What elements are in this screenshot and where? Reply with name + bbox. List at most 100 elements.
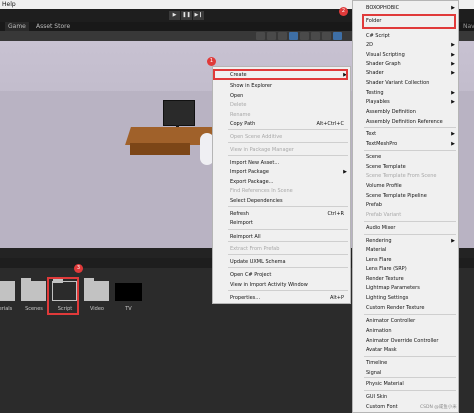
folder-icon xyxy=(0,281,15,301)
submenu-item-label: 2D xyxy=(366,42,374,48)
chevron-right-icon: ▶ xyxy=(451,141,455,147)
menu-separator xyxy=(228,206,348,207)
menu-separator xyxy=(228,155,348,156)
context-menu-item-export-package[interactable]: Export Package... xyxy=(213,178,350,187)
context-menu-item-open-scene-additive: Open Scene Additive xyxy=(213,133,350,142)
create-submenu-item-rendering[interactable]: Rendering ▶ xyxy=(353,237,458,246)
create-submenu-item-assembly-definition[interactable]: Assembly Definition xyxy=(353,108,458,117)
lighting-icon[interactable] xyxy=(300,32,309,40)
create-submenu-item-text[interactable]: Text ▶ xyxy=(353,130,458,139)
menu-item-label: Extract From Prefab xyxy=(230,246,280,252)
create-submenu-item-assembly-definition-reference[interactable]: Assembly Definition Reference xyxy=(353,118,458,127)
effects-icon[interactable] xyxy=(322,32,331,40)
camera-icon[interactable] xyxy=(333,32,342,40)
submenu-item-label: Visual Scripting xyxy=(366,52,405,58)
create-submenu-item-render-texture[interactable]: Render Texture xyxy=(353,275,458,284)
context-menu-item-view-in-import-activity-window[interactable]: View in Import Activity Window xyxy=(213,281,350,290)
create-submenu-item-volume-profile[interactable]: Volume Profile xyxy=(353,182,458,191)
tv-asset-thumbnail[interactable] xyxy=(115,283,142,301)
pause-button[interactable]: ❚❚ xyxy=(181,11,192,20)
context-menu-item-select-dependencies[interactable]: Select Dependencies xyxy=(213,197,350,206)
chevron-right-icon: ▶ xyxy=(451,131,455,137)
view-mode-icon[interactable] xyxy=(256,32,265,40)
submenu-item-label: Animator Override Controller xyxy=(366,338,439,344)
create-submenu-item-avatar-mask[interactable]: Avatar Mask xyxy=(353,346,458,355)
context-menu-item-rename: Rename xyxy=(213,111,350,120)
menu-item-label: Find References In Scene xyxy=(230,188,293,194)
create-submenu-item-prefab[interactable]: Prefab xyxy=(353,201,458,210)
create-submenu-item-animation[interactable]: Animation xyxy=(353,327,458,336)
submenu-item-label: Text xyxy=(366,131,377,137)
create-submenu-item-physic-material[interactable]: Physic Material xyxy=(353,380,458,389)
create-submenu-item-shader-graph[interactable]: Shader Graph ▶ xyxy=(353,60,458,69)
step-button[interactable]: ▶❙ xyxy=(193,11,204,20)
create-submenu-item-animator-override-controller[interactable]: Animator Override Controller xyxy=(353,337,458,346)
submenu-item-label: BOXOPHOBIC xyxy=(366,5,400,11)
context-menu-item-open[interactable]: Open xyxy=(213,92,350,101)
script-folder-highlight xyxy=(47,277,79,315)
create-submenu-item-shader[interactable]: Shader ▶ xyxy=(353,69,458,78)
chevron-right-icon: ▶ xyxy=(451,52,455,58)
menu-item-shortcut: Ctrl+R xyxy=(327,211,344,217)
menu-item-shortcut: Alt+Ctrl+C xyxy=(316,121,344,127)
create-submenu-item-audio-mixer[interactable]: Audio Mixer xyxy=(353,224,458,233)
create-submenu-item-shader-variant-collection[interactable]: Shader Variant Collection xyxy=(353,79,458,88)
context-menu-item-reimport[interactable]: Reimport xyxy=(213,219,350,228)
folder-highlight xyxy=(362,14,456,29)
menu-help[interactable]: Help xyxy=(2,0,16,9)
create-submenu-item-lens-flare-srp[interactable]: Lens Flare (SRP) xyxy=(353,265,458,274)
context-menu-item-update-uxml-schema[interactable]: Update UXML Schema xyxy=(213,258,350,267)
context-menu-item-copy-path[interactable]: Copy Path Alt+Ctrl+C xyxy=(213,120,350,129)
create-submenu-item-lightmap-parameters[interactable]: Lightmap Parameters xyxy=(353,284,458,293)
submenu-item-label: Volume Profile xyxy=(366,183,402,189)
menu-separator xyxy=(364,377,456,378)
menu-item-label: Reimport xyxy=(230,220,253,226)
create-submenu-item-boxophobic[interactable]: BOXOPHOBIC ▶ xyxy=(353,4,458,13)
submenu-item-label: Animation xyxy=(366,328,392,334)
tv-asset-label: TV xyxy=(125,306,132,312)
create-submenu-item-testing[interactable]: Testing ▶ xyxy=(353,89,458,98)
create-submenu-item-playables[interactable]: Playables ▶ xyxy=(353,98,458,107)
context-menu-item-view-in-package-manager: View in Package Manager xyxy=(213,146,350,155)
play-button[interactable]: ▶ xyxy=(169,11,180,20)
menu-item-label: Refresh xyxy=(230,211,249,217)
create-submenu-item-c-script[interactable]: C# Script xyxy=(353,32,458,41)
context-menu-item-import-new-asset[interactable]: Import New Asset... xyxy=(213,159,350,168)
submenu-item-label: Scene Template xyxy=(366,164,406,170)
tab-game[interactable]: Game xyxy=(5,22,29,31)
create-submenu-item-animator-controller[interactable]: Animator Controller xyxy=(353,317,458,326)
create-submenu-item-lens-flare[interactable]: Lens Flare xyxy=(353,256,458,265)
snap-icon[interactable] xyxy=(278,32,287,40)
create-submenu-item-custom-render-texture[interactable]: Custom Render Texture xyxy=(353,304,458,313)
create-submenu-item-material[interactable]: Material xyxy=(353,246,458,255)
create-highlight xyxy=(213,69,348,80)
context-menu-item-open-c-project[interactable]: Open C# Project xyxy=(213,271,350,280)
grid-icon[interactable] xyxy=(267,32,276,40)
menu-separator xyxy=(364,390,456,391)
menu-item-label: Export Package... xyxy=(230,179,274,185)
create-submenu-item-scene[interactable]: Scene xyxy=(353,153,458,162)
menu-item-label: View in Package Manager xyxy=(230,147,294,153)
menu-item-label: Open C# Project xyxy=(230,272,272,278)
audio-icon[interactable] xyxy=(311,32,320,40)
create-submenu-item-textmeshpro[interactable]: TextMeshPro ▶ xyxy=(353,140,458,149)
submenu-item-label: Material xyxy=(366,247,387,253)
menu-separator xyxy=(364,234,456,235)
menu-separator xyxy=(228,229,348,230)
2d-toggle-icon[interactable] xyxy=(289,32,298,40)
tab-asset-store[interactable]: Asset Store xyxy=(33,22,73,31)
create-submenu-item-scene-template[interactable]: Scene Template xyxy=(353,163,458,172)
create-submenu-item-timeline[interactable]: Timeline xyxy=(353,359,458,368)
create-submenu-item-visual-scripting[interactable]: Visual Scripting ▶ xyxy=(353,51,458,60)
step-badge-3: 3 xyxy=(74,264,83,273)
create-submenu-item-scene-template-pipeline[interactable]: Scene Template Pipeline xyxy=(353,192,458,201)
context-menu-item-import-package[interactable]: Import Package ▶ xyxy=(213,168,350,177)
context-menu-item-properties[interactable]: Properties... Alt+P xyxy=(213,294,350,303)
context-menu-item-refresh[interactable]: Refresh Ctrl+R xyxy=(213,210,350,219)
context-menu-item-show-in-explorer[interactable]: Show in Explorer xyxy=(213,82,350,91)
create-submenu-item-gui-skin[interactable]: GUI Skin xyxy=(353,393,458,402)
create-submenu-item-lighting-settings[interactable]: Lighting Settings xyxy=(353,294,458,303)
create-submenu-item-2d[interactable]: 2D ▶ xyxy=(353,41,458,50)
step-badge-1: 1 xyxy=(207,57,216,66)
tab-navigation[interactable]: Navi xyxy=(460,22,474,31)
